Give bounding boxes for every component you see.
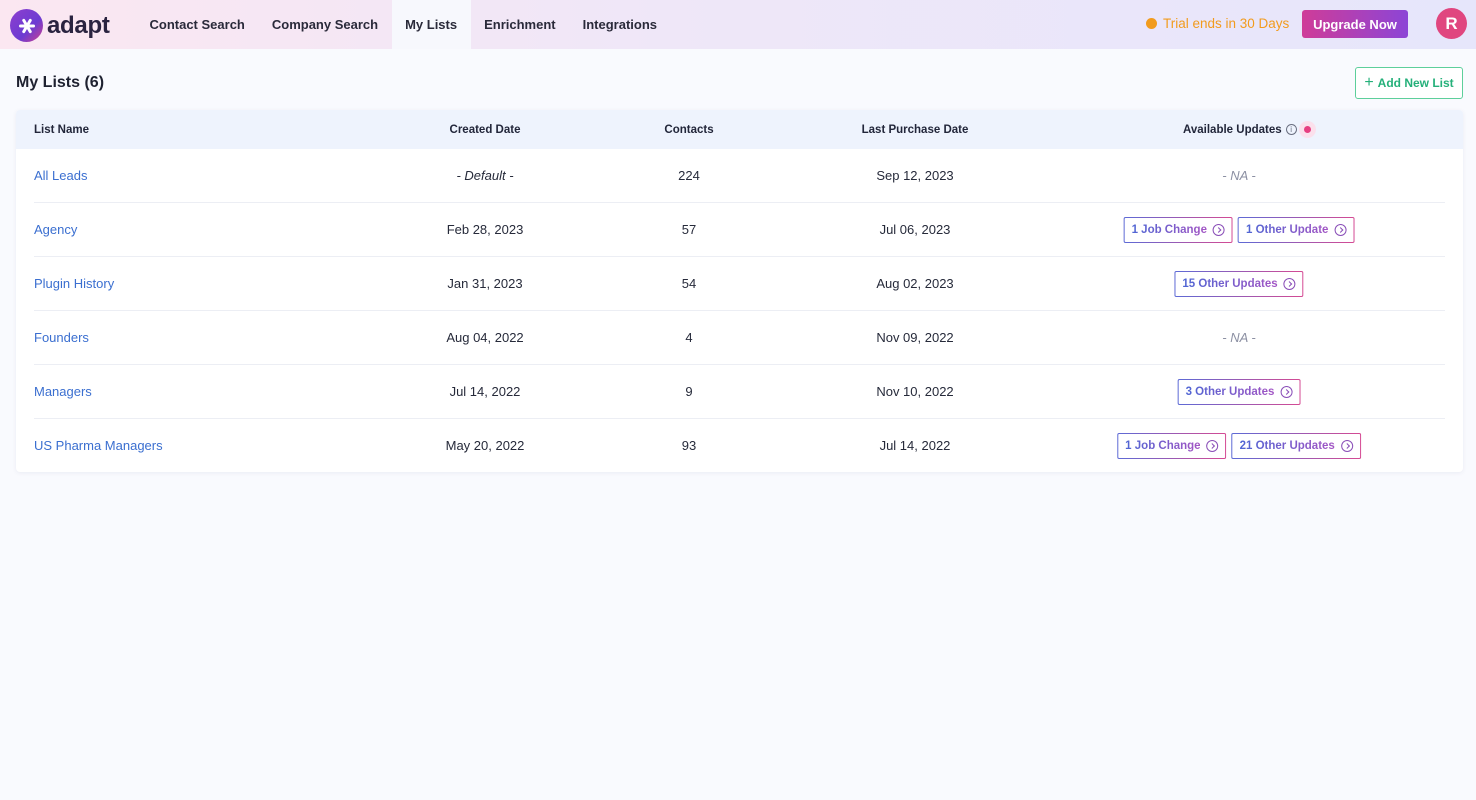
available-updates-cell: 1 Job Change 1 Other Update <box>1124 217 1355 243</box>
update-label: 3 Other Updates <box>1185 386 1275 398</box>
created-date-cell: Jul 14, 2022 <box>449 384 521 399</box>
other-updates-button[interactable]: 3 Other Updates <box>1178 379 1301 405</box>
created-date-cell: Feb 28, 2023 <box>446 222 524 237</box>
other-updates-button[interactable]: 15 Other Updates <box>1174 271 1303 297</box>
contacts-cell: 224 <box>678 168 700 183</box>
table-row[interactable]: Managers Jul 14, 2022 9 Nov 10, 2022 3 Other… <box>16 365 1463 419</box>
available-updates-cell: 15 Other Updates <box>1174 271 1303 297</box>
user-avatar[interactable]: R <box>1436 8 1467 39</box>
add-new-list-label: Add New List <box>1377 76 1454 90</box>
column-header-contacts[interactable]: Contacts <box>664 110 713 149</box>
available-updates-label: Available Updates <box>1183 124 1282 136</box>
created-date-cell: Aug 04, 2022 <box>446 330 524 345</box>
table-row[interactable]: US Pharma Managers May 20, 2022 93 Jul 14, … <box>16 419 1463 472</box>
chevron-right-circle-icon <box>1212 224 1225 236</box>
adapt-logo-icon <box>10 9 43 42</box>
contacts-cell: 93 <box>681 438 697 453</box>
contacts-cell: 4 <box>685 330 693 345</box>
available-updates-cell: 1 Job Change 21 Other Updates <box>1117 433 1361 459</box>
last-purchase-date-cell: Jul 14, 2022 <box>879 438 951 453</box>
column-header-created-date[interactable]: Created Date <box>450 110 521 149</box>
last-purchase-date-cell: Jul 06, 2023 <box>879 222 951 237</box>
nav-contact-search[interactable]: Contact Search <box>136 0 258 49</box>
plus-icon: + <box>1364 74 1374 91</box>
notification-dot-icon <box>1298 121 1316 139</box>
nav-my-lists[interactable]: My Lists <box>391 0 471 49</box>
trial-notice: Trial ends in 30 Days <box>1146 16 1289 31</box>
column-header-available-updates: Available Updates i <box>1183 110 1316 149</box>
last-purchase-date-cell: Nov 09, 2022 <box>876 330 954 345</box>
table-row[interactable]: Agency Feb 28, 2023 57 Jul 06, 2023 1 Job Ch… <box>16 203 1463 257</box>
chevron-right-circle-icon <box>1206 440 1219 452</box>
logo-text: adapt <box>47 11 110 39</box>
list-name-link[interactable]: Managers <box>34 365 92 419</box>
chevron-right-circle-icon <box>1280 386 1293 398</box>
list-name-link[interactable]: Founders <box>34 311 89 365</box>
chevron-right-circle-icon <box>1340 440 1353 452</box>
page-title: My Lists (6) <box>16 74 105 91</box>
table-row[interactable]: All Leads - Default - 224 Sep 12, 2023 - NA … <box>16 149 1463 203</box>
created-date-cell: - Default - <box>456 168 514 183</box>
table-header: List Name Created Date Contacts Last Pur… <box>16 110 1463 149</box>
info-icon[interactable]: i <box>1285 124 1297 136</box>
contacts-cell: 54 <box>681 276 697 291</box>
main-nav: Contact Search Company Search My Lists E… <box>136 0 671 49</box>
other-updates-button[interactable]: 1 Other Update <box>1238 217 1354 243</box>
update-label: 1 Job Change <box>1131 224 1207 236</box>
add-new-list-button[interactable]: + Add New List <box>1355 67 1463 99</box>
contacts-cell: 9 <box>685 384 693 399</box>
list-name-link[interactable]: Plugin History <box>34 257 114 311</box>
table-row[interactable]: Plugin History Jan 31, 2023 54 Aug 02, 2023… <box>16 257 1463 311</box>
nav-company-search[interactable]: Company Search <box>258 0 391 49</box>
upgrade-now-button[interactable]: Upgrade Now <box>1302 10 1408 38</box>
update-label: 1 Job Change <box>1125 440 1201 452</box>
last-purchase-date-cell: Nov 10, 2022 <box>876 384 954 399</box>
list-name-link[interactable]: US Pharma Managers <box>34 419 163 472</box>
no-updates-cell: - NA - <box>1222 168 1256 183</box>
available-updates-cell: 3 Other Updates <box>1178 379 1301 405</box>
no-updates-cell: - NA - <box>1222 330 1256 345</box>
column-header-list-name[interactable]: List Name <box>34 110 89 149</box>
update-label: 1 Other Update <box>1245 224 1329 236</box>
contacts-cell: 57 <box>681 222 697 237</box>
chevron-right-circle-icon <box>1283 278 1296 290</box>
list-name-link[interactable]: Agency <box>34 203 77 257</box>
job-change-button[interactable]: 1 Job Change <box>1117 433 1226 459</box>
trial-clock-icon <box>1146 18 1157 29</box>
last-purchase-date-cell: Aug 02, 2023 <box>876 276 954 291</box>
chevron-right-circle-icon <box>1334 224 1347 236</box>
nav-enrichment[interactable]: Enrichment <box>471 0 570 49</box>
column-header-last-purchase-date[interactable]: Last Purchase Date <box>862 110 969 149</box>
created-date-cell: Jan 31, 2023 <box>447 276 523 291</box>
update-label: 21 Other Updates <box>1239 440 1335 452</box>
table-row[interactable]: Founders Aug 04, 2022 4 Nov 09, 2022 - NA - <box>16 311 1463 365</box>
last-purchase-date-cell: Sep 12, 2023 <box>876 168 954 183</box>
nav-integrations[interactable]: Integrations <box>569 0 670 49</box>
list-name-link[interactable]: All Leads <box>34 149 87 203</box>
created-date-cell: May 20, 2022 <box>445 438 525 453</box>
job-change-button[interactable]: 1 Job Change <box>1124 217 1233 243</box>
update-label: 15 Other Updates <box>1182 278 1278 290</box>
top-navigation-bar: adapt Contact Search Company Search My L… <box>0 0 1476 49</box>
trial-text: Trial ends in 30 Days <box>1163 16 1290 31</box>
lists-table: List Name Created Date Contacts Last Pur… <box>16 110 1463 472</box>
app-logo[interactable]: adapt <box>10 9 110 42</box>
other-updates-button[interactable]: 21 Other Updates <box>1232 433 1361 459</box>
